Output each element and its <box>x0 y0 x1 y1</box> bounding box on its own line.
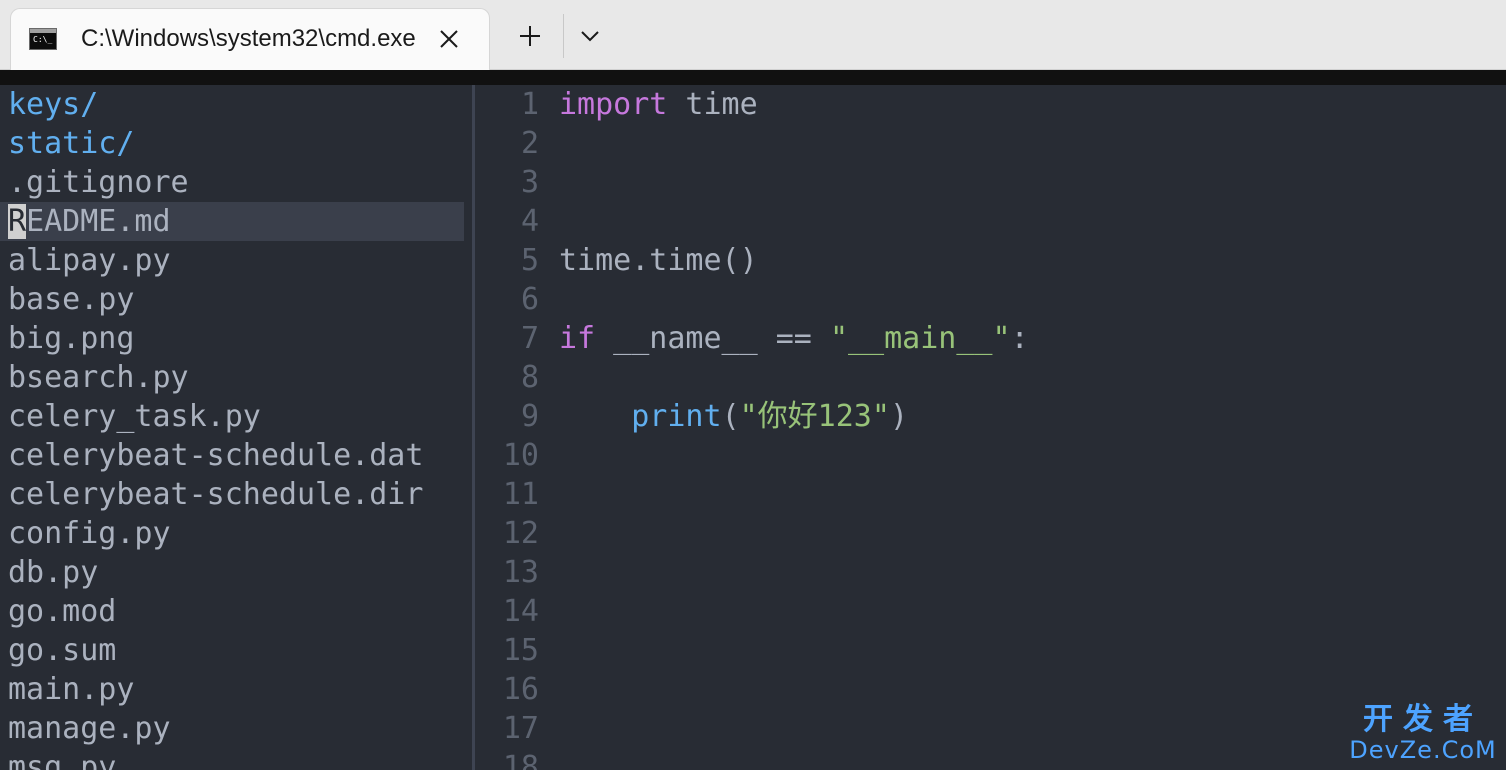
terminal-tab[interactable]: C:\_ C:\Windows\system32\cmd.exe <box>10 8 490 70</box>
file-tree-item[interactable]: db.py <box>8 553 98 592</box>
line-number: 14 <box>502 594 539 629</box>
line-number: 15 <box>502 633 539 668</box>
title-bar: C:\_ C:\Windows\system32\cmd.exe <box>0 0 1506 70</box>
file-tree-item[interactable]: .gitignore <box>8 163 189 202</box>
tab-title: C:\Windows\system32\cmd.exe <box>81 25 416 52</box>
keyword-token: if <box>559 321 596 356</box>
line-number: 3 <box>520 165 539 200</box>
code-token: ( <box>721 399 740 434</box>
line-number: 11 <box>502 477 539 512</box>
file-tree-item[interactable]: keys/ <box>8 85 98 124</box>
file-tree-item[interactable]: base.py <box>8 280 134 319</box>
code-line-5[interactable]: time.time() <box>559 241 758 280</box>
line-number: 2 <box>520 126 539 161</box>
file-tree-pane[interactable]: keys/ static/ .gitignore README.md alipa… <box>0 85 472 770</box>
code-token: time.time() <box>559 243 758 278</box>
code-token: : <box>1010 321 1029 356</box>
chevron-down-icon[interactable] <box>572 16 608 56</box>
keyword-token: import <box>559 87 668 122</box>
file-tree-item[interactable]: manage.py <box>8 709 171 748</box>
terminal-top-strip <box>0 70 1506 85</box>
line-number: 12 <box>502 516 539 551</box>
line-number: 9 <box>520 399 539 434</box>
line-number: 16 <box>502 672 539 707</box>
file-tree-item[interactable]: static/ <box>8 124 134 163</box>
line-number: 5 <box>520 243 539 278</box>
file-tree-item[interactable]: celerybeat-schedule.dat <box>8 436 423 475</box>
line-number: 7 <box>520 321 539 356</box>
file-tree-item[interactable]: alipay.py <box>8 241 171 280</box>
watermark-logo: 开发者 DevZe.CoM <box>1348 704 1498 766</box>
file-tree-item-label: EADME.md <box>26 204 171 239</box>
code-token: __name__ == <box>595 321 830 356</box>
plus-icon[interactable] <box>510 16 550 56</box>
file-tree-item[interactable]: celerybeat-schedule.dir <box>8 475 423 514</box>
line-number: 18 <box>502 750 539 770</box>
file-tree-item[interactable]: go.sum <box>8 631 116 670</box>
line-number: 17 <box>502 711 539 746</box>
code-editor-pane[interactable]: 1 2 3 4 5 6 7 8 9 10 11 12 13 14 15 16 1… <box>475 85 1506 770</box>
line-number: 1 <box>520 87 539 122</box>
file-tree-item[interactable]: msg.py <box>8 748 116 770</box>
file-tree-item[interactable]: go.mod <box>8 592 116 631</box>
text-cursor: R <box>8 204 27 239</box>
line-number: 10 <box>502 438 539 473</box>
file-tree-item[interactable]: bsearch.py <box>8 358 189 397</box>
line-number: 8 <box>520 360 539 395</box>
cmd-prompt-icon: C:\_ <box>29 28 57 50</box>
function-token: print <box>631 399 722 434</box>
file-tree-item[interactable]: celery_task.py <box>8 397 261 436</box>
code-token: ) <box>889 399 908 434</box>
file-tree-item-selected[interactable]: README.md <box>8 202 171 241</box>
watermark-english: DevZe.CoM <box>1349 736 1497 764</box>
string-token: "你好123" <box>739 399 890 434</box>
terminal-content[interactable]: keys/ static/ .gitignore README.md alipa… <box>0 70 1506 770</box>
file-tree-item[interactable]: main.py <box>8 670 134 709</box>
string-token: "__main__" <box>829 321 1011 356</box>
code-line-9[interactable]: print("你好123") <box>559 397 908 436</box>
line-number: 6 <box>520 282 539 317</box>
watermark-chinese: 开发者 <box>1363 702 1483 737</box>
code-line-1[interactable]: import time <box>559 85 758 124</box>
file-tree-item[interactable]: big.png <box>8 319 134 358</box>
code-line-7[interactable]: if __name__ == "__main__": <box>559 319 1029 358</box>
line-number: 13 <box>502 555 539 590</box>
file-tree-item[interactable]: config.py <box>8 514 171 553</box>
close-icon[interactable] <box>435 25 463 53</box>
code-token: time <box>667 87 758 122</box>
titlebar-divider <box>563 14 564 58</box>
line-number: 4 <box>520 204 539 239</box>
